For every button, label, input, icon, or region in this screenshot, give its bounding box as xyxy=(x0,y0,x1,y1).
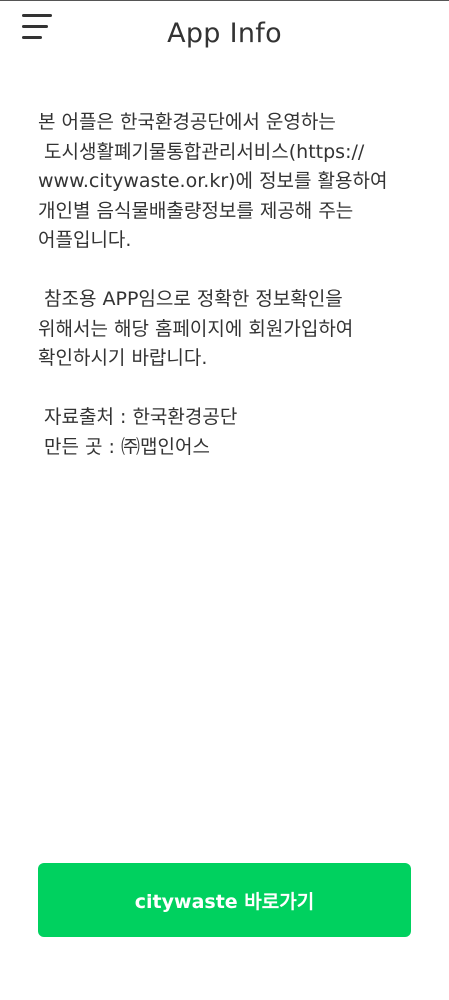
maker-line: 만든 곳 : ㈜맵인어스 xyxy=(38,435,210,458)
citywaste-link-button[interactable]: citywaste 바로가기 xyxy=(38,863,411,937)
source-line: 자료출처 : 한국환경공단 xyxy=(38,406,238,428)
info-line: 확인하시기 바랍니다. xyxy=(38,347,208,369)
info-line: 참조용 APP임으로 정확한 정보확인을 xyxy=(38,288,343,310)
page-title: App Info xyxy=(167,18,282,49)
info-line: 위해서는 해당 홈페이지에 회원가입하여 xyxy=(38,317,354,340)
app-header: App Info xyxy=(0,0,449,72)
app-info-text: 본 어플은 한국환경공단에서 운영하는 도시생활폐기물통합관리서비스(https… xyxy=(38,108,418,462)
info-line: 개인별 음식물배출량정보를 제공해 주는 xyxy=(38,199,354,222)
menu-bar xyxy=(22,14,52,17)
info-line: 어플입니다. xyxy=(38,229,132,251)
info-line: 도시생활폐기물통합관리서비스(https:// xyxy=(38,140,365,163)
info-line: 본 어플은 한국환경공단에서 운영하는 xyxy=(38,111,336,133)
info-line: www.citywaste.or.kr)에 정보를 활용하여 xyxy=(38,170,388,192)
